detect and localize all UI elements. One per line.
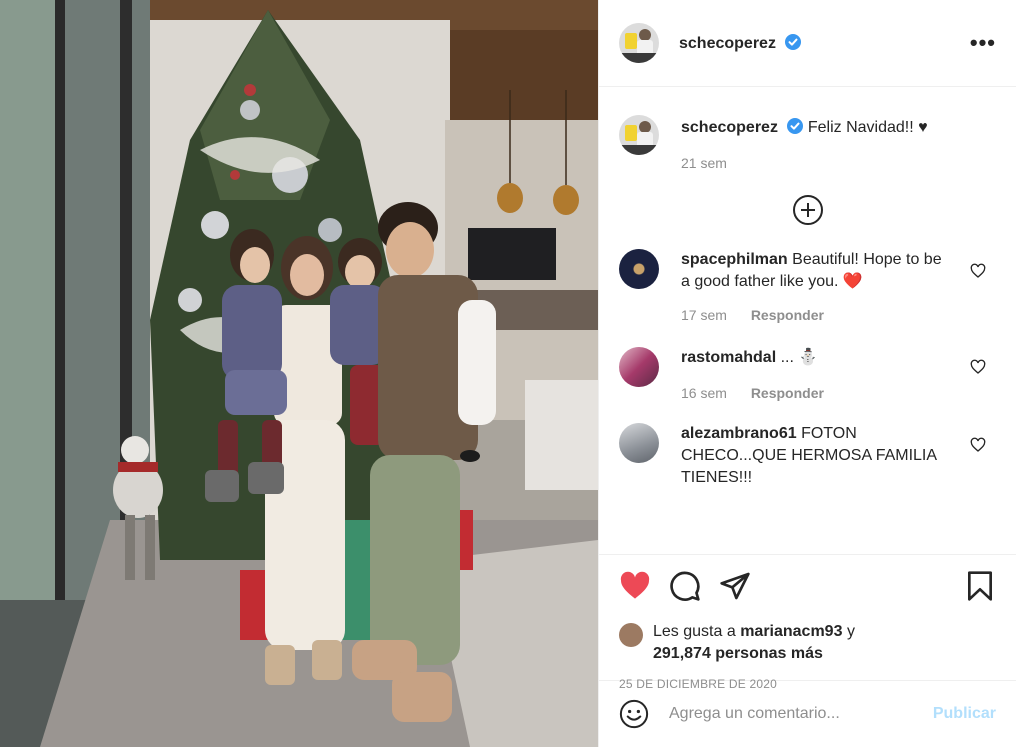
family-christmas-photo xyxy=(0,0,598,747)
post-date[interactable]: 25 DE DICIEMBRE DE 2020 xyxy=(619,677,996,691)
caption-author[interactable]: schecoperez xyxy=(681,119,778,136)
likes-summary: Les gusta a marianacm93 y 291,874 person… xyxy=(619,621,996,665)
likes-prefix: Les gusta a xyxy=(653,623,736,640)
comment-author[interactable]: spacephilman xyxy=(681,251,788,268)
post-actions: Les gusta a marianacm93 y 291,874 person… xyxy=(599,554,1016,691)
caption-time[interactable]: 21 sem xyxy=(681,155,928,171)
like-comment-heart-icon[interactable] xyxy=(970,263,986,279)
comment-avatar[interactable] xyxy=(619,423,659,463)
publish-button[interactable]: Publicar xyxy=(933,705,996,723)
snowman-emoji: ⛄ xyxy=(798,349,819,366)
load-more-comments xyxy=(599,195,1016,229)
post-dialog: schecoperez ••• schecoperez Feliz Navida… xyxy=(0,0,1016,747)
comment-time[interactable]: 16 sem xyxy=(681,385,727,401)
caption-avatar[interactable] xyxy=(619,115,659,155)
comment-text: ... xyxy=(780,349,794,366)
comment-avatar[interactable] xyxy=(619,347,659,387)
author-avatar[interactable] xyxy=(619,23,659,63)
load-more-plus-icon[interactable] xyxy=(792,195,823,225)
liker-avatar[interactable] xyxy=(619,623,643,647)
reply-button[interactable]: Responder xyxy=(751,307,824,323)
comment-time[interactable]: 17 sem xyxy=(681,307,727,323)
caption: schecoperez Feliz Navidad!! ♥ 21 sem xyxy=(599,87,1016,171)
comment-author[interactable]: alezambrano61 xyxy=(681,425,797,442)
comment-item: spacephilman Beautiful! Hope to be a goo… xyxy=(599,249,1016,323)
caption-text: Feliz Navidad!! ♥ xyxy=(807,119,928,136)
comment-item: rastomahdal ... ⛄ 16 sem Responder xyxy=(599,347,1016,401)
verified-badge-icon xyxy=(787,118,804,134)
likes-conjunction: y xyxy=(846,623,855,640)
heart-emoji: ❤️ xyxy=(842,273,863,290)
likes-count[interactable]: 291,874 personas más xyxy=(653,645,823,662)
like-comment-heart-icon[interactable] xyxy=(970,437,986,453)
like-heart-icon[interactable] xyxy=(619,570,651,602)
reply-button[interactable]: Responder xyxy=(751,385,824,401)
verified-badge-icon xyxy=(785,33,802,50)
post-side-panel: schecoperez ••• schecoperez Feliz Navida… xyxy=(598,0,1016,747)
like-comment-heart-icon[interactable] xyxy=(970,359,986,375)
more-options-icon[interactable]: ••• xyxy=(970,32,996,54)
share-paper-plane-icon[interactable] xyxy=(719,570,751,602)
comment-bubble-icon[interactable] xyxy=(669,570,701,602)
comment-item: alezambrano61 FOTON CHECO...QUE HERMOSA … xyxy=(599,423,1016,489)
post-header: schecoperez ••• xyxy=(599,0,1016,87)
comment-avatar[interactable] xyxy=(619,249,659,289)
comment-input[interactable] xyxy=(669,705,933,723)
post-photo[interactable] xyxy=(0,0,598,747)
emoji-smiley-icon[interactable] xyxy=(619,699,649,729)
author-username[interactable]: schecoperez xyxy=(679,33,802,53)
liker-username[interactable]: marianacm93 xyxy=(740,623,842,640)
comments-list[interactable]: schecoperez Feliz Navidad!! ♥ 21 sem spa… xyxy=(599,87,1016,554)
comment-author[interactable]: rastomahdal xyxy=(681,349,776,366)
save-bookmark-icon[interactable] xyxy=(964,570,996,602)
